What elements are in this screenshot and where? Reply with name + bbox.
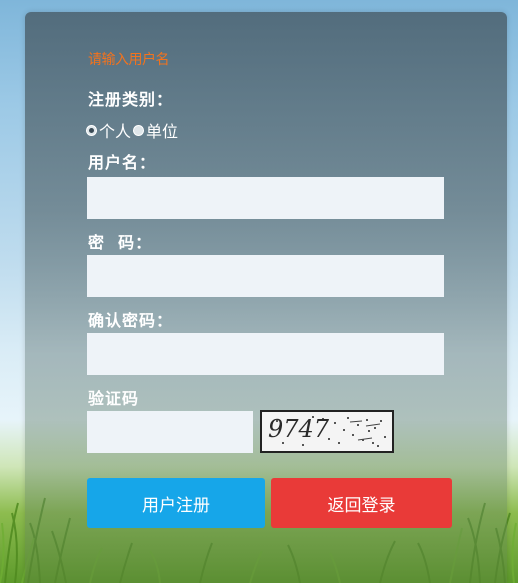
radio-personal-label: 个人 [99,122,132,141]
captcha-image[interactable]: 9747 [260,410,394,453]
captcha-text: 9747 [268,415,330,443]
confirm-password-label: 确认密码： [88,311,174,330]
confirm-password-input[interactable] [87,333,444,375]
radio-personal-icon[interactable] [86,124,97,136]
register-type-label: 注册类别： [88,90,174,109]
back-to-login-button[interactable]: 返回登录 [271,478,452,528]
password-label: 密 码： [88,233,153,252]
register-type-radio-group: 个人 单位 [86,118,180,142]
radio-option-personal[interactable]: 个人 [86,118,131,142]
username-input[interactable] [87,177,444,219]
password-input[interactable] [87,255,444,297]
form-hint: 请输入用户名 [88,52,170,68]
captcha-input[interactable] [87,411,253,453]
radio-organization-label: 单位 [146,122,179,141]
register-button[interactable]: 用户注册 [87,478,265,528]
username-label: 用户名： [88,153,157,172]
radio-option-organization[interactable]: 单位 [133,118,178,142]
radio-organization-icon[interactable] [133,124,145,136]
captcha-label: 验证码 [88,389,140,408]
